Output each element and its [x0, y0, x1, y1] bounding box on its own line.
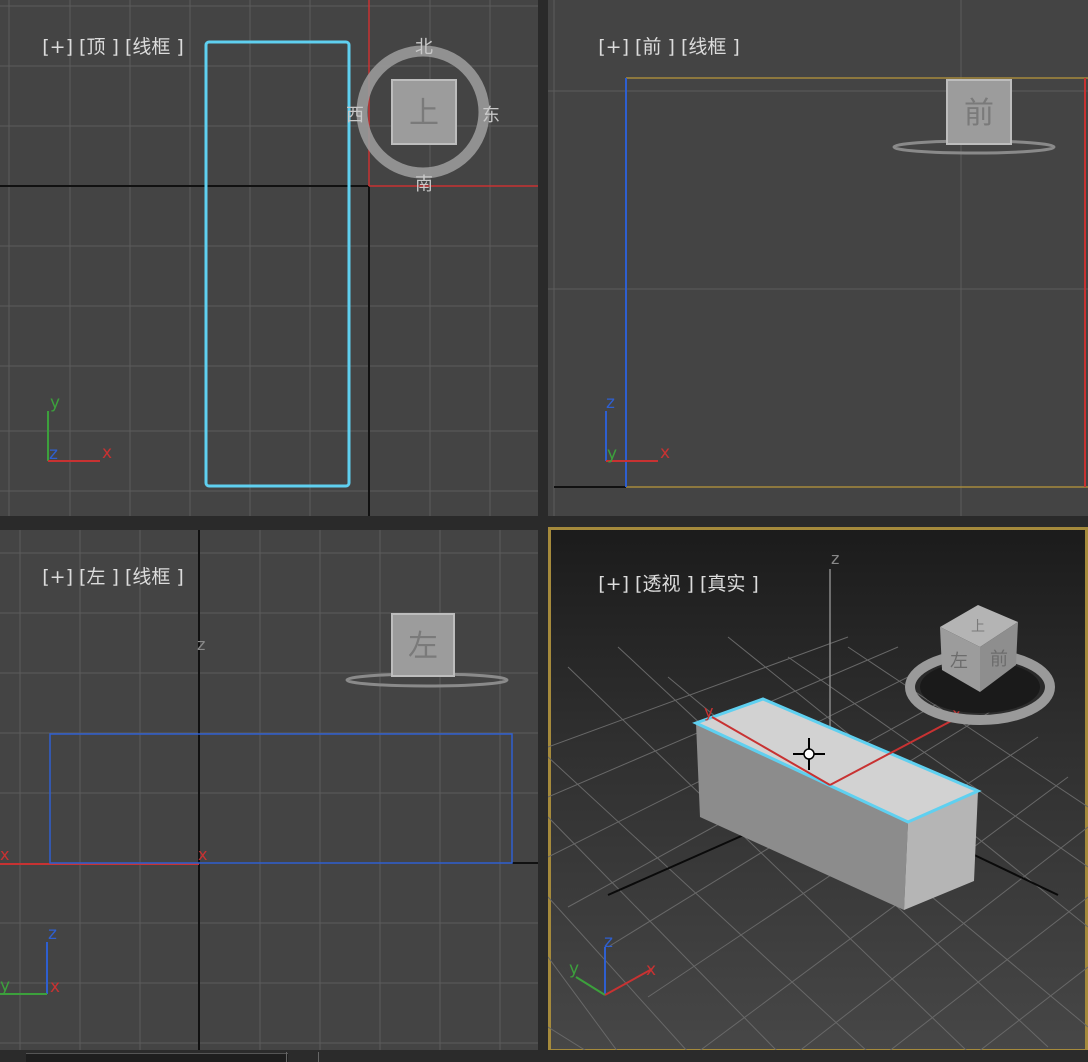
viewport-layout: 上 北 南 东 西 y z x [+] [顶 ] [线框 ] 前 z y x [… [0, 0, 1088, 1062]
axis-label-y: y [0, 976, 10, 996]
separator [318, 1052, 319, 1062]
box-wireframe[interactable] [49, 733, 513, 864]
axis-label-y: y [569, 959, 579, 979]
viewcube-face-left: 左 [950, 651, 968, 672]
pivot-x-label: x [198, 845, 207, 864]
shading-menu[interactable]: [线框 ] [125, 36, 184, 58]
viewport-menu-button[interactable]: [+] [598, 573, 629, 595]
object-outline[interactable] [625, 77, 1088, 488]
axis-tripod: y z x [47, 393, 112, 464]
axis-tripod: z y x [0, 924, 60, 997]
axis-label-z: z [49, 444, 58, 464]
viewport-left-label[interactable]: [+] [左 ] [线框 ] [6, 540, 184, 611]
view-type-menu[interactable]: [前 ] [635, 36, 675, 58]
axis-label-z: z [48, 924, 57, 944]
axis-label-x: x [660, 443, 670, 463]
view-type-menu[interactable]: [左 ] [79, 566, 119, 588]
viewport-perspective-label[interactable]: [+] [透视 ] [真实 ] [562, 547, 759, 618]
viewport-top[interactable]: 上 北 南 东 西 y z x [+] [顶 ] [线框 ] [0, 0, 538, 516]
viewport-front-label[interactable]: [+] [前 ] [线框 ] [562, 10, 740, 81]
axis-tripod: z y x [605, 393, 670, 464]
axis-label-x: x [102, 443, 112, 463]
selected-box-wireframe[interactable] [204, 40, 351, 488]
compass-west-label: 西 [346, 105, 364, 126]
view-type-menu[interactable]: [顶 ] [79, 36, 119, 58]
shading-menu[interactable]: [线框 ] [125, 566, 184, 588]
axis-label-y: y [50, 393, 60, 413]
viewcube-face-front: 前 [990, 649, 1008, 670]
axis-label-x: x [50, 977, 60, 997]
separator [286, 1052, 287, 1062]
compass-north-label: 北 [415, 37, 433, 58]
shading-menu[interactable]: [真实 ] [700, 573, 759, 595]
compass-south-label: 南 [415, 174, 433, 195]
viewport-menu-button[interactable]: [+] [42, 36, 73, 58]
view-type-menu[interactable]: [透视 ] [635, 573, 694, 595]
selected-box-mesh[interactable] [692, 697, 982, 910]
axis-label-z: z [606, 393, 615, 413]
viewcube-face-label: 左 [408, 629, 438, 664]
viewport-menu-button[interactable]: [+] [42, 566, 73, 588]
viewport-front[interactable]: 前 z y x [+] [前 ] [线框 ] [548, 0, 1088, 516]
compass-east-label: 东 [482, 105, 500, 126]
viewcube-face-top: 上 [971, 619, 985, 635]
shading-menu[interactable]: [线框 ] [681, 36, 740, 58]
viewcube-face-label: 上 [409, 96, 439, 131]
axis-tripod: z y x [569, 932, 656, 996]
viewcube-face-label: 前 [964, 96, 994, 131]
world-z-label: z [831, 549, 839, 568]
axis-label-z: z [604, 932, 613, 952]
viewcube[interactable]: 左 [345, 613, 509, 688]
viewport-top-label[interactable]: [+] [顶 ] [线框 ] [6, 10, 184, 81]
axis-label-x: x [646, 960, 656, 980]
pivot-z-label: z [197, 635, 205, 654]
viewport-perspective[interactable]: z y x 左 前 上 z y x [+] [透视] [真实] [548, 527, 1088, 1052]
axis-label-y: y [607, 444, 617, 464]
viewport-menu-button[interactable]: [+] [598, 36, 629, 58]
axis-edge-x-label: x [0, 845, 9, 864]
gizmo-y-label: y [704, 702, 713, 721]
viewport-left[interactable]: z x x 左 z y x [+] [左 ] [线框 ] [0, 530, 538, 1050]
time-slider-track[interactable] [26, 1053, 288, 1062]
